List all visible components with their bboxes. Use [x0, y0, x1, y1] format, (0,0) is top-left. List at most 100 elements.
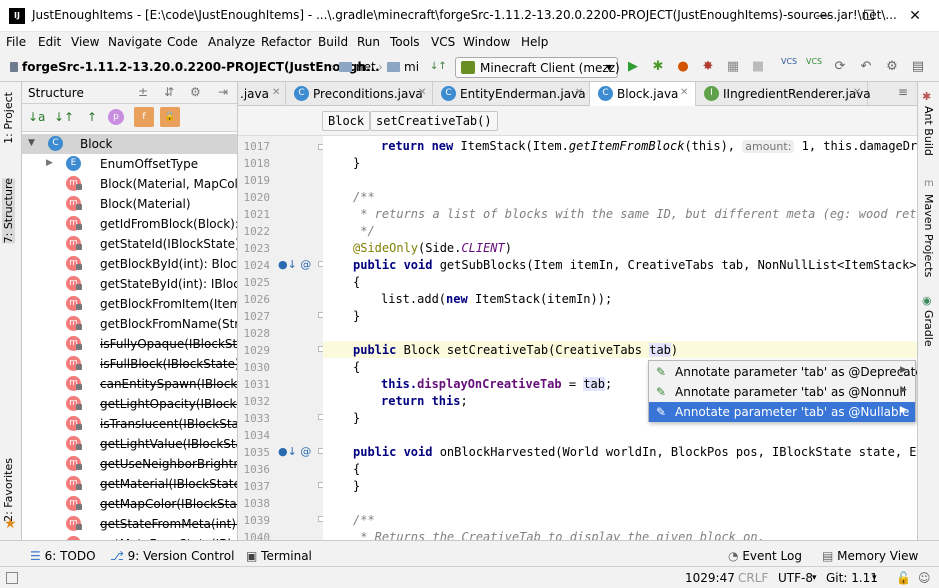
- menu-run[interactable]: Run: [357, 35, 380, 49]
- chevron-down-icon[interactable]: ▼: [28, 138, 35, 148]
- breadcrumb-method[interactable]: setCreativeTab(): [370, 111, 498, 131]
- tool-tab-favorites[interactable]: 2: Favorites: [2, 458, 15, 522]
- menu-help[interactable]: Help: [521, 35, 548, 49]
- structure-item[interactable]: mgetIdFromBlock(Block): int: [22, 214, 237, 234]
- sort-alpha-icon[interactable]: ↓a: [28, 109, 45, 125]
- toggle-tool-windows-icon[interactable]: [6, 572, 18, 584]
- close-icon[interactable]: ✕: [575, 87, 583, 98]
- structure-item[interactable]: mgetStateById(int): IBlockState: [22, 274, 237, 294]
- maximize-button[interactable]: ☐: [846, 0, 892, 32]
- structure-item[interactable]: ▶ E EnumOffsetType: [22, 154, 237, 174]
- tool-tab-structure[interactable]: 7: Structure: [2, 178, 15, 244]
- structure-item[interactable]: mcanEntitySpawn(IBlockState, Entity): [22, 374, 237, 394]
- structure-item[interactable]: mBlock(Material, MapColor): [22, 174, 237, 194]
- minimize-button[interactable]: —: [800, 0, 846, 32]
- override-icon[interactable]: ●↓ @: [278, 445, 311, 458]
- close-button[interactable]: ✕: [892, 0, 938, 32]
- show-properties-icon[interactable]: p: [108, 109, 124, 125]
- structure-item[interactable]: misFullBlock(IBlockState): boolean: [22, 354, 237, 374]
- structure-item[interactable]: mgetMapColor(IBlockState): MapColor: [22, 494, 237, 514]
- structure-item[interactable]: misFullyOpaque(IBlockState): boolean: [22, 334, 237, 354]
- todo-tab[interactable]: ☰ 6: TODO: [30, 549, 96, 563]
- vcs-commit-icon[interactable]: VCS: [806, 57, 822, 66]
- menu-edit[interactable]: Edit: [38, 35, 61, 49]
- popup-item-nonnull[interactable]: ✎ Annotate parameter 'tab' as @Nonnull ▶: [649, 382, 915, 402]
- structure-item[interactable]: misTranslucent(IBlockState): boolean: [22, 414, 237, 434]
- structure-item[interactable]: mgetLightOpacity(IBlockState): int: [22, 394, 237, 414]
- chevron-right-icon[interactable]: ▶: [46, 158, 53, 168]
- sort-visibility-icon[interactable]: ↓↑: [54, 109, 74, 125]
- popup-item-nullable[interactable]: ✎ Annotate parameter 'tab' as @Nullable …: [649, 402, 915, 422]
- git-branch[interactable]: Git: 1.11: [826, 571, 878, 585]
- memory-view-tab[interactable]: ▤ Memory View: [822, 549, 918, 563]
- menu-tools[interactable]: Tools: [390, 35, 420, 49]
- coverage-icon[interactable]: ●: [675, 59, 691, 75]
- revert-icon[interactable]: ↶: [858, 59, 874, 75]
- structure-item[interactable]: m getBlockById(int): Block: [22, 254, 237, 274]
- breadcrumb-project[interactable]: forgeSrc-1.11.2-13.20.0.2200-PROJECT(Jus…: [10, 60, 380, 74]
- debug-icon[interactable]: ✱: [650, 59, 666, 75]
- close-icon[interactable]: ✕: [853, 87, 861, 98]
- structure-item[interactable]: m Block(Material): [22, 194, 237, 214]
- code-editor[interactable]: return new ItemStack(Item.getItemFromBlo…: [323, 136, 917, 540]
- menu-code[interactable]: Code: [167, 35, 198, 49]
- structure-item[interactable]: mgetStateId(IBlockState): int: [22, 234, 237, 254]
- file-encoding[interactable]: UTF-8: [778, 571, 813, 585]
- gear-icon[interactable]: ⚙: [190, 85, 201, 99]
- menu-build[interactable]: Build: [318, 35, 348, 49]
- breadcrumb-net[interactable]: net: [339, 60, 376, 74]
- structure-item[interactable]: mgetUseNeighborBrightness(IBlockState): [22, 454, 237, 474]
- structure-item[interactable]: mgetStateFromMeta(int): IBlockState: [22, 514, 237, 534]
- hide-icon[interactable]: ⇥: [218, 85, 228, 99]
- concurrency-icon[interactable]: ▦: [725, 59, 741, 75]
- breadcrumb-class[interactable]: Block: [322, 111, 371, 131]
- show-non-public-icon[interactable]: 🔒: [160, 107, 180, 127]
- tool-tab-gradle[interactable]: Gradle: [922, 310, 935, 347]
- profile-icon[interactable]: ✸: [700, 59, 716, 75]
- run-configuration-select[interactable]: Minecraft Client (mezz) ▼: [455, 57, 620, 78]
- event-log-tab[interactable]: ◔ Event Log: [728, 549, 802, 563]
- lock-icon[interactable]: 🔓: [896, 571, 911, 585]
- run-icon[interactable]: ▶: [625, 59, 641, 75]
- tab-truncated[interactable]: .java ✕: [238, 82, 286, 106]
- line-separator[interactable]: CRLF: [738, 571, 768, 585]
- collapse-all-icon[interactable]: ⇵: [164, 85, 174, 99]
- close-icon[interactable]: ✕: [418, 87, 426, 98]
- show-fields-icon[interactable]: f: [134, 107, 154, 127]
- menu-navigate[interactable]: Navigate: [108, 35, 162, 49]
- menu-file[interactable]: File: [6, 35, 26, 49]
- menu-window[interactable]: Window: [463, 35, 510, 49]
- structure-item[interactable]: mgetBlockFromName(String): Block: [22, 314, 237, 334]
- override-icon[interactable]: ●↓ @: [278, 258, 311, 271]
- version-control-tab[interactable]: ⎇ 9: Version Control: [110, 549, 234, 563]
- tree-root[interactable]: ▼ C Block: [22, 134, 237, 154]
- inspector-icon[interactable]: ☺: [918, 571, 931, 585]
- tab-entityenderman[interactable]: C EntityEnderman.java ✕: [433, 82, 590, 106]
- tool-tab-maven[interactable]: Maven Projects: [922, 194, 935, 277]
- structure-item[interactable]: mgetLightValue(IBlockState): int: [22, 434, 237, 454]
- show-inherited-icon[interactable]: ↑: [84, 109, 100, 125]
- terminal-tab[interactable]: ▣ Terminal: [246, 549, 312, 563]
- close-icon[interactable]: ✕: [272, 87, 280, 98]
- menu-refactor[interactable]: Refactor: [261, 35, 311, 49]
- popup-item-deprecated[interactable]: ✎ Annotate parameter 'tab' as @Deprecate…: [649, 362, 930, 382]
- close-icon[interactable]: ✕: [680, 87, 688, 98]
- menu-view[interactable]: View: [71, 35, 99, 49]
- project-structure-icon[interactable]: ▤: [910, 59, 926, 75]
- menu-analyze[interactable]: Analyze: [208, 35, 255, 49]
- tab-preconditions[interactable]: C Preconditions.java ✕: [286, 82, 433, 106]
- sort-icon[interactable]: ↓↑: [430, 59, 447, 75]
- breadcrumb-mi[interactable]: mi: [387, 60, 419, 74]
- tab-overflow-icon[interactable]: ≡: [898, 85, 908, 99]
- expand-all-icon[interactable]: ±: [138, 85, 148, 99]
- structure-item[interactable]: mgetMaterial(IBlockState): Material: [22, 474, 237, 494]
- caret-position[interactable]: 1029:47: [685, 571, 735, 585]
- history-icon[interactable]: ⟳: [832, 59, 848, 75]
- stop-icon[interactable]: ■: [750, 59, 766, 75]
- vcs-update-icon[interactable]: VCS: [781, 57, 797, 66]
- tab-block-active[interactable]: C Block.java ✕: [590, 82, 696, 107]
- menu-vcs[interactable]: VCS: [431, 35, 455, 49]
- settings-icon[interactable]: ⚙: [884, 59, 900, 75]
- tool-tab-project[interactable]: 1: Project: [2, 92, 15, 144]
- tool-tab-ant-build[interactable]: Ant Build: [922, 106, 935, 156]
